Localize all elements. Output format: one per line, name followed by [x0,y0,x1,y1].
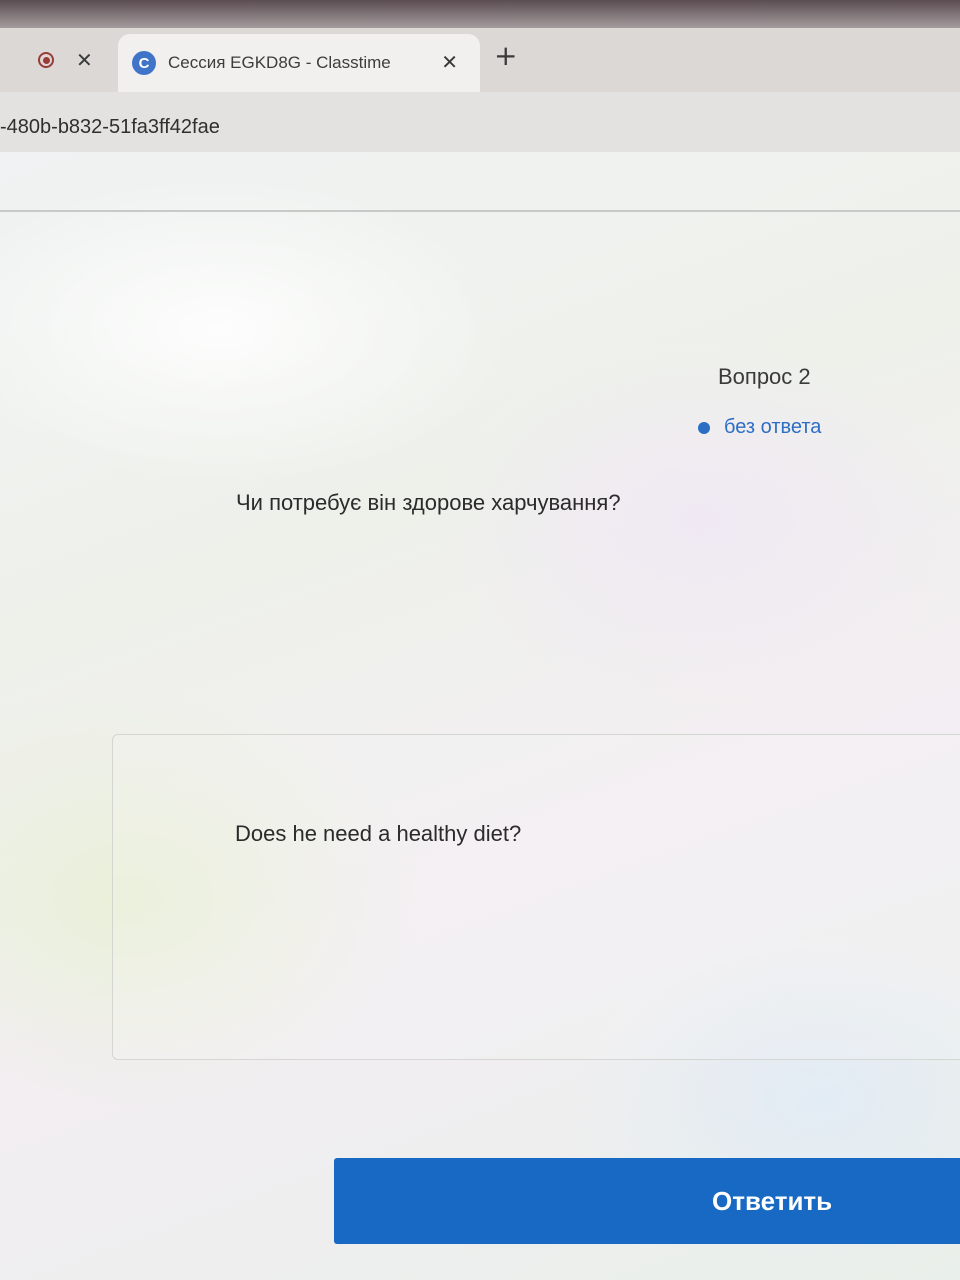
question-text: Чи потребує він здорове харчування? [236,490,621,515]
browser-tab-previous[interactable]: ✕ [20,42,120,78]
question-number: Вопрос 2 [718,364,811,389]
status-dot-icon [698,421,710,434]
close-tab-icon[interactable]: ✕ [441,52,458,72]
record-icon [38,52,54,68]
browser-tab-bar: ✕ C Сессия EGKD8G - Classtime ✕ + [0,28,960,92]
window-top-strip [0,0,960,30]
classtime-favicon-icon: C [132,51,156,75]
close-tab-icon[interactable]: ✕ [76,50,93,70]
tab-title: Сессия EGKD8G - Classtime [168,53,391,72]
answer-status: без ответа [698,416,821,439]
answer-input[interactable]: Does he need a healthy diet? [112,734,960,1060]
browser-tab-classtime[interactable]: C Сессия EGKD8G - Classtime ✕ [118,34,480,92]
address-bar[interactable]: -480b-b832-51fa3ff42fae [0,92,960,152]
answer-value[interactable]: Does he need a healthy diet? [235,821,521,847]
header-divider [0,210,960,212]
screen: ✕ C Сессия EGKD8G - Classtime ✕ + -480b-… [0,0,960,1280]
new-tab-button[interactable]: + [494,42,517,70]
submit-answer-button[interactable]: Ответить [334,1158,960,1244]
url-text[interactable]: -480b-b832-51fa3ff42fae [0,116,220,139]
status-label: без ответа [724,416,822,438]
